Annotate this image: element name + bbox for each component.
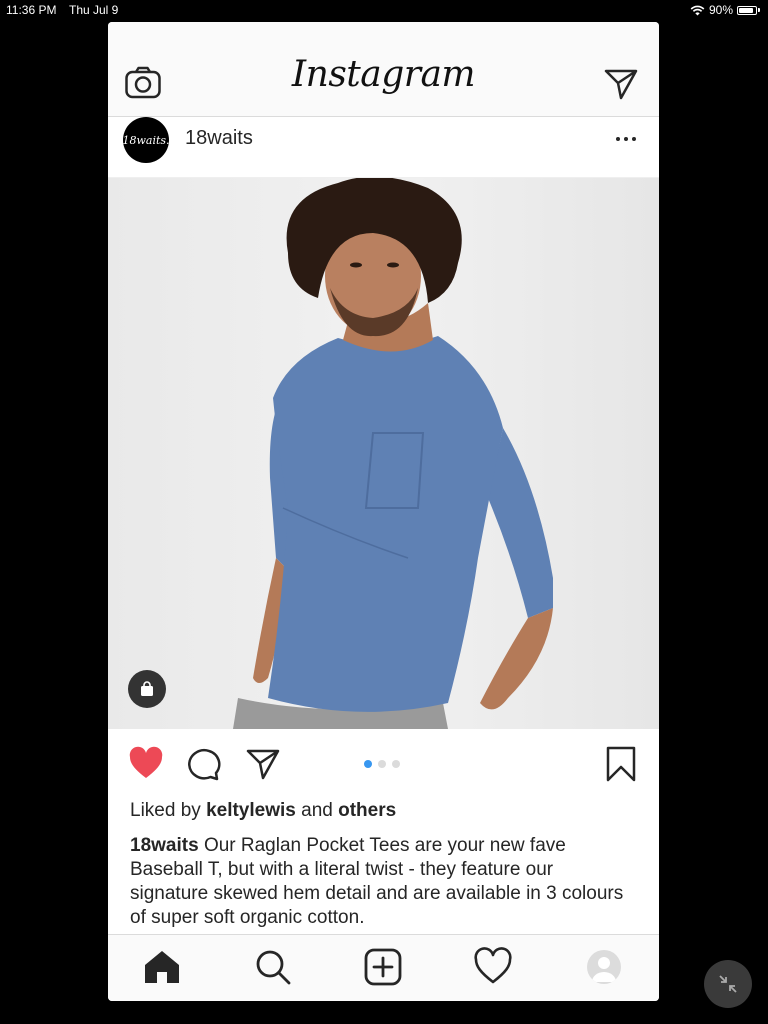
battery-percent: 90% <box>708 3 733 17</box>
home-icon <box>145 951 179 983</box>
likes-summary[interactable]: Liked by keltylewis and others <box>130 800 396 822</box>
avatar-logo-text: 18waits. <box>122 133 170 147</box>
carousel-dot <box>364 760 372 768</box>
like-button[interactable] <box>128 746 164 782</box>
liked-by-and: and <box>301 800 333 821</box>
shopping-tag-button[interactable] <box>128 670 166 708</box>
search-icon <box>256 950 291 985</box>
more-options-button[interactable] <box>611 127 641 151</box>
bottom-tab-bar <box>108 934 659 1001</box>
direct-send-icon <box>604 69 638 100</box>
caption-username[interactable]: 18waits <box>130 835 199 856</box>
bookmark-icon <box>606 746 636 782</box>
post-image[interactable] <box>108 178 659 729</box>
carousel-dot <box>378 760 386 768</box>
carousel-dot <box>392 760 400 768</box>
top-nav: Instagram <box>108 22 659 117</box>
liked-by-prefix: Liked by <box>130 800 201 821</box>
status-date: Thu Jul 9 <box>69 3 119 17</box>
comment-icon <box>188 749 221 781</box>
carousel-indicator <box>364 760 400 768</box>
tab-profile[interactable] <box>584 947 624 987</box>
shopping-bag-icon <box>141 681 153 696</box>
save-button[interactable] <box>603 746 639 782</box>
tab-activity[interactable] <box>473 947 513 987</box>
direct-messages-button[interactable] <box>603 66 639 102</box>
post-header: 18waits. 18waits <box>108 117 659 178</box>
post-caption: 18waits Our Raglan Pocket Tees are your … <box>130 834 630 930</box>
activity-heart-icon <box>474 947 512 984</box>
instagram-app: Instagram 18waits. 18waits Liked by kelt… <box>108 22 659 1001</box>
tab-new-post[interactable] <box>363 947 403 987</box>
post-username[interactable]: 18waits <box>185 127 253 150</box>
comment-button[interactable] <box>186 746 222 782</box>
instagram-logo: Instagram <box>291 54 476 95</box>
status-bar: 11:36 PM Thu Jul 9 90% <box>0 0 768 20</box>
direct-send-icon <box>246 749 280 780</box>
wifi-icon <box>690 5 705 15</box>
exit-fullscreen-button[interactable] <box>704 960 752 1008</box>
tab-home[interactable] <box>142 947 182 987</box>
status-time: 11:36 PM <box>6 3 57 17</box>
more-icon <box>616 137 620 141</box>
liked-by-others[interactable]: others <box>338 800 396 821</box>
add-post-icon <box>364 948 402 986</box>
tab-search[interactable] <box>253 947 293 987</box>
heart-filled-icon <box>129 746 163 778</box>
profile-icon <box>587 950 621 984</box>
collapse-arrows-icon <box>719 975 737 993</box>
liked-by-user[interactable]: keltylewis <box>206 800 296 821</box>
battery-icon <box>737 5 757 15</box>
post-actions <box>108 740 659 790</box>
account-avatar[interactable]: 18waits. <box>122 117 170 163</box>
status-indicators: 90% <box>690 3 760 17</box>
share-button[interactable] <box>245 746 281 782</box>
model-photo <box>233 178 553 729</box>
caption-text: Our Raglan Pocket Tees are your new fave… <box>130 835 624 928</box>
